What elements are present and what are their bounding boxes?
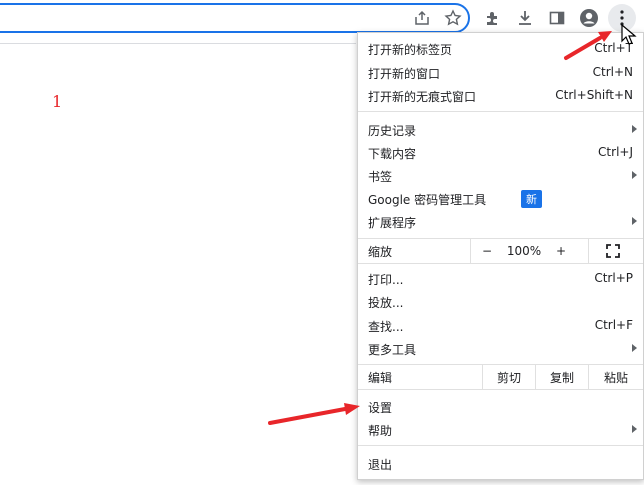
menu-item-new-incognito[interactable]: 打开新的无痕式窗口 Ctrl+Shift+N — [358, 84, 643, 107]
zoom-in-button[interactable]: + — [548, 239, 574, 263]
menu-item-label: 更多工具 — [368, 343, 417, 357]
menu-item-label: Google 密码管理工具 — [368, 193, 487, 207]
menu-item-label: 打开新的标签页 — [368, 43, 453, 57]
menu-item-label: 打开新的窗口 — [368, 67, 441, 81]
submenu-arrow-icon — [632, 217, 637, 225]
submenu-arrow-icon — [632, 425, 637, 433]
menu-separator — [358, 445, 643, 446]
menu-item-find[interactable]: 查找... Ctrl+F — [358, 314, 643, 337]
menu-item-shortcut: Ctrl+Shift+N — [555, 88, 633, 102]
menu-separator — [358, 389, 643, 390]
menu-item-new-window[interactable]: 打开新的窗口 Ctrl+N — [358, 61, 643, 84]
fullscreen-icon[interactable] — [598, 239, 628, 263]
menu-item-help[interactable]: 帮助 — [358, 418, 643, 441]
submenu-arrow-icon — [632, 344, 637, 352]
menu-item-label: 退出 — [368, 458, 393, 472]
menu-item-extensions[interactable]: 扩展程序 — [358, 210, 643, 233]
profile-icon[interactable] — [577, 6, 601, 30]
page-number: 1 — [52, 92, 63, 111]
menu-edit-row: 编辑 剪切 复制 粘贴 — [358, 365, 643, 389]
zoom-value: 100% — [506, 244, 542, 258]
menu-item-label: 帮助 — [368, 424, 393, 438]
paste-button[interactable]: 粘贴 — [589, 365, 643, 389]
menu-item-exit[interactable]: 退出 — [358, 452, 643, 475]
star-icon[interactable] — [441, 6, 465, 30]
menu-item-label: 下载内容 — [368, 147, 417, 161]
extensions-icon[interactable] — [481, 6, 505, 30]
menu-item-label: 设置 — [368, 401, 393, 415]
menu-item-label: 打开新的无痕式窗口 — [368, 90, 477, 104]
menu-separator — [358, 111, 643, 112]
chrome-menu: 打开新的标签页 Ctrl+T 打开新的窗口 Ctrl+N 打开新的无痕式窗口 C… — [357, 32, 644, 480]
menu-item-label: 历史记录 — [368, 124, 417, 138]
cursor-icon — [621, 24, 637, 45]
menu-item-shortcut: Ctrl+J — [598, 145, 633, 159]
menu-item-downloads[interactable]: 下载内容 Ctrl+J — [358, 141, 643, 164]
menu-item-new-tab[interactable]: 打开新的标签页 Ctrl+T — [358, 37, 643, 60]
menu-item-settings[interactable]: 设置 — [358, 395, 643, 418]
menu-separator — [358, 263, 643, 264]
zoom-divider — [588, 239, 589, 263]
download-icon[interactable] — [513, 6, 537, 30]
new-badge: 新 — [521, 190, 542, 208]
share-icon[interactable] — [410, 6, 434, 30]
menu-item-shortcut: Ctrl+N — [592, 65, 633, 79]
menu-item-password-manager[interactable]: Google 密码管理工具 新 — [358, 187, 643, 210]
menu-item-shortcut: Ctrl+F — [594, 318, 633, 332]
menu-item-bookmarks[interactable]: 书签 — [358, 164, 643, 187]
annotation-arrow-settings — [268, 403, 360, 425]
browser-toolbar — [0, 0, 644, 36]
menu-item-label: 投放... — [368, 296, 404, 310]
submenu-arrow-icon — [632, 171, 637, 179]
zoom-divider — [470, 239, 471, 263]
cut-button[interactable]: 剪切 — [483, 365, 535, 389]
menu-item-more-tools[interactable]: 更多工具 — [358, 337, 643, 360]
edit-label: 编辑 — [368, 370, 393, 385]
menu-item-label: 书签 — [368, 170, 393, 184]
menu-zoom-row: 缩放 − 100% + — [358, 239, 643, 263]
copy-button[interactable]: 复制 — [536, 365, 588, 389]
menu-item-print[interactable]: 打印... Ctrl+P — [358, 267, 643, 290]
menu-item-history[interactable]: 历史记录 — [358, 118, 643, 141]
menu-item-shortcut: Ctrl+P — [594, 271, 633, 285]
zoom-label: 缩放 — [368, 244, 393, 259]
zoom-out-button[interactable]: − — [474, 239, 500, 263]
menu-item-label: 打印... — [368, 273, 404, 287]
sidepanel-icon[interactable] — [545, 6, 569, 30]
menu-item-cast[interactable]: 投放... — [358, 290, 643, 313]
menu-item-label: 查找... — [368, 320, 404, 334]
submenu-arrow-icon — [632, 125, 637, 133]
address-bar[interactable] — [0, 3, 470, 33]
toolbar-divider — [0, 43, 356, 44]
menu-item-label: 扩展程序 — [368, 216, 417, 230]
